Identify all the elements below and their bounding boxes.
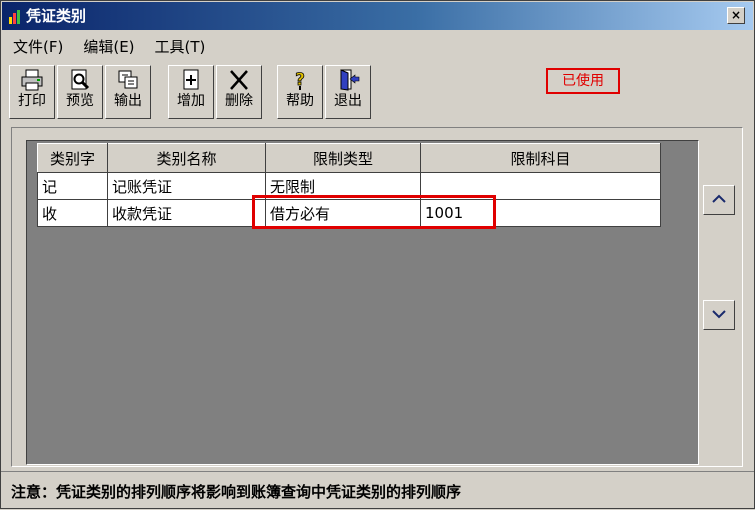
printer-icon: [10, 69, 54, 91]
export-icon: [106, 69, 150, 91]
main-panel: 类别字 类别名称 限制类型 限制科目 记 记账凭证 无限制 收 收款凭证 借方必…: [11, 127, 743, 467]
title-bar: 凭证类别 ×: [2, 2, 753, 30]
help-label: 帮助: [286, 93, 314, 109]
exit-icon: [326, 69, 370, 91]
table-cell[interactable]: 收: [37, 199, 108, 227]
delete-button[interactable]: 删除: [216, 65, 262, 119]
menu-tools[interactable]: 工具(T): [155, 36, 206, 58]
status-badge: 已使用: [546, 68, 620, 94]
print-label: 打印: [18, 93, 46, 109]
column-header-limit-account[interactable]: 限制科目: [420, 143, 661, 173]
print-button[interactable]: 打印: [9, 65, 55, 119]
exit-label: 退出: [334, 93, 362, 109]
table-cell[interactable]: 记: [37, 172, 108, 200]
preview-label: 预览: [66, 93, 94, 109]
add-button[interactable]: 增加: [168, 65, 214, 119]
preview-icon: [58, 69, 102, 91]
window-title: 凭证类别: [26, 7, 87, 25]
export-button[interactable]: 输出: [105, 65, 151, 119]
delete-label: 删除: [225, 93, 253, 109]
column-header-code[interactable]: 类别字: [37, 143, 108, 173]
column-header-limit-type[interactable]: 限制类型: [265, 143, 421, 173]
voucher-category-window: 凭证类别 × 文件(F) 编辑(E) 工具(T) 打印 预览 输出 增加 删除 …: [0, 0, 755, 509]
table-cell[interactable]: 收款凭证: [107, 199, 266, 227]
add-icon: [169, 69, 213, 91]
arrow-down-icon: [704, 309, 734, 319]
menu-edit[interactable]: 编辑(E): [83, 36, 134, 58]
table-cell[interactable]: 记账凭证: [107, 172, 266, 200]
arrow-up-icon: [704, 194, 734, 204]
close-button[interactable]: ×: [727, 7, 745, 24]
menu-file[interactable]: 文件(F): [13, 36, 63, 58]
move-up-button[interactable]: [703, 185, 735, 215]
add-label: 增加: [177, 93, 205, 109]
category-grid: 类别字 类别名称 限制类型 限制科目 记 记账凭证 无限制 收 收款凭证 借方必…: [26, 140, 699, 465]
app-icon: [8, 9, 22, 24]
help-icon: ?: [278, 69, 322, 91]
move-down-button[interactable]: [703, 300, 735, 330]
note-text: 注意：凭证类别的排列顺序将影响到账簿查询中凭证类别的排列顺序: [11, 483, 462, 501]
exit-button[interactable]: 退出: [325, 65, 371, 119]
preview-button[interactable]: 预览: [57, 65, 103, 119]
note-bar: 注意：凭证类别的排列顺序将影响到账簿查询中凭证类别的排列顺序: [1, 471, 754, 510]
column-header-name[interactable]: 类别名称: [107, 143, 266, 173]
highlight-annotation: [252, 195, 496, 229]
delete-icon: [217, 69, 261, 91]
export-label: 输出: [114, 93, 142, 109]
table-header-row: 类别字 类别名称 限制类型 限制科目: [37, 143, 661, 173]
menu-bar: 文件(F) 编辑(E) 工具(T): [13, 36, 205, 58]
help-button[interactable]: ? 帮助: [277, 65, 323, 119]
